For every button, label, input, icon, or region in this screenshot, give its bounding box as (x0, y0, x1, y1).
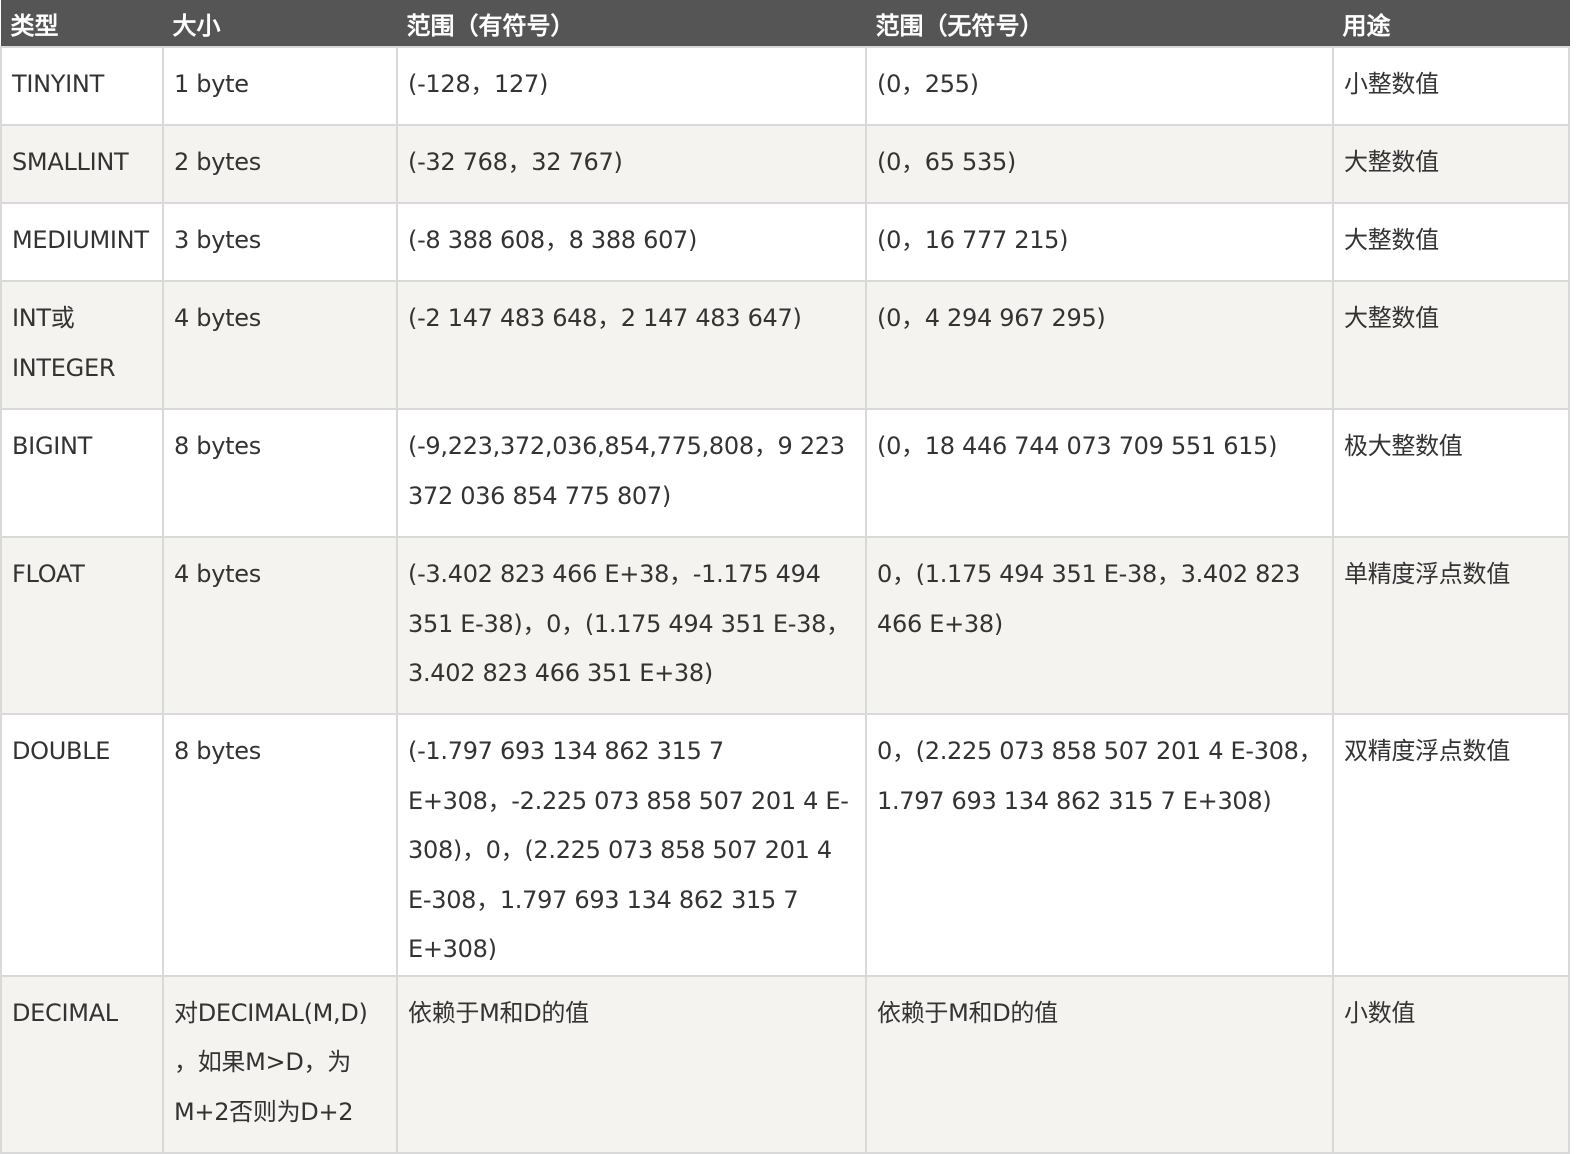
cell-unsigned-range: (0，16 777 215) (865, 202, 1334, 282)
table-header-row: 类型 大小 范围（有符号） 范围（无符号） 用途 (0, 0, 1570, 47)
cell-size: 对DECIMAL(M,D) ，如果M>D，为M+2否则为D+2 (162, 974, 398, 1154)
header-signed-range: 范围（有符号） (396, 0, 867, 47)
cell-usage: 小数值 (1332, 974, 1570, 1154)
cell-signed-range: (-2 147 483 648，2 147 483 647) (396, 280, 867, 410)
cell-signed-range: (-8 388 608，8 388 607) (396, 202, 867, 282)
header-usage: 用途 (1332, 0, 1570, 47)
cell-signed-range: (-1.797 693 134 862 315 7 E+308，-2.225 0… (396, 713, 867, 977)
cell-usage: 大整数值 (1332, 124, 1570, 204)
cell-usage: 大整数值 (1332, 202, 1570, 282)
cell-unsigned-range: (0，65 535) (865, 124, 1334, 204)
cell-size: 1 byte (162, 46, 398, 126)
cell-signed-range: (-3.402 823 466 E+38，-1.175 494 351 E-38… (396, 536, 867, 715)
header-type: 类型 (0, 0, 164, 47)
cell-unsigned-range: (0，4 294 967 295) (865, 280, 1334, 410)
cell-usage: 双精度浮点数值 (1332, 713, 1570, 977)
table-row: MEDIUMINT 3 bytes (-8 388 608，8 388 607)… (0, 202, 1570, 282)
cell-size: 8 bytes (162, 408, 398, 538)
cell-type: TINYINT (0, 46, 164, 126)
table-row: SMALLINT 2 bytes (-32 768，32 767) (0，65 … (0, 124, 1570, 204)
table-row: INT或INTEGER 4 bytes (-2 147 483 648，2 14… (0, 280, 1570, 410)
cell-signed-range: (-32 768，32 767) (396, 124, 867, 204)
cell-unsigned-range: (0，255) (865, 46, 1334, 126)
cell-type: FLOAT (0, 536, 164, 715)
cell-size: 2 bytes (162, 124, 398, 204)
cell-size: 3 bytes (162, 202, 398, 282)
table-row: DECIMAL 对DECIMAL(M,D) ，如果M>D，为M+2否则为D+2 … (0, 974, 1570, 1154)
header-unsigned-range: 范围（无符号） (865, 0, 1334, 47)
cell-type: BIGINT (0, 408, 164, 538)
cell-unsigned-range: 0，(2.225 073 858 507 201 4 E-308，1.797 6… (865, 713, 1334, 977)
cell-type: DOUBLE (0, 713, 164, 977)
cell-unsigned-range: (0，18 446 744 073 709 551 615) (865, 408, 1334, 538)
cell-usage: 极大整数值 (1332, 408, 1570, 538)
cell-usage: 大整数值 (1332, 280, 1570, 410)
table-row: BIGINT 8 bytes (-9,223,372,036,854,775,8… (0, 408, 1570, 538)
cell-signed-range: (-128，127) (396, 46, 867, 126)
cell-signed-range: 依赖于M和D的值 (396, 974, 867, 1154)
cell-type: MEDIUMINT (0, 202, 164, 282)
cell-signed-range: (-9,223,372,036,854,775,808，9 223 372 03… (396, 408, 867, 538)
cell-size: 4 bytes (162, 536, 398, 715)
header-size: 大小 (162, 0, 398, 47)
cell-type: DECIMAL (0, 974, 164, 1154)
cell-type: INT或INTEGER (0, 280, 164, 410)
cell-type: SMALLINT (0, 124, 164, 204)
cell-size: 4 bytes (162, 280, 398, 410)
table-row: TINYINT 1 byte (-128，127) (0，255) 小整数值 (0, 46, 1570, 126)
mysql-numeric-types-table: 类型 大小 范围（有符号） 范围（无符号） 用途 TINYINT 1 byte … (0, 0, 1570, 1154)
cell-usage: 单精度浮点数值 (1332, 536, 1570, 715)
cell-unsigned-range: 0，(1.175 494 351 E-38，3.402 823 466 E+38… (865, 536, 1334, 715)
cell-unsigned-range: 依赖于M和D的值 (865, 974, 1334, 1154)
table-row: DOUBLE 8 bytes (-1.797 693 134 862 315 7… (0, 713, 1570, 977)
table-row: FLOAT 4 bytes (-3.402 823 466 E+38，-1.17… (0, 536, 1570, 715)
cell-size: 8 bytes (162, 713, 398, 977)
cell-usage: 小整数值 (1332, 46, 1570, 126)
